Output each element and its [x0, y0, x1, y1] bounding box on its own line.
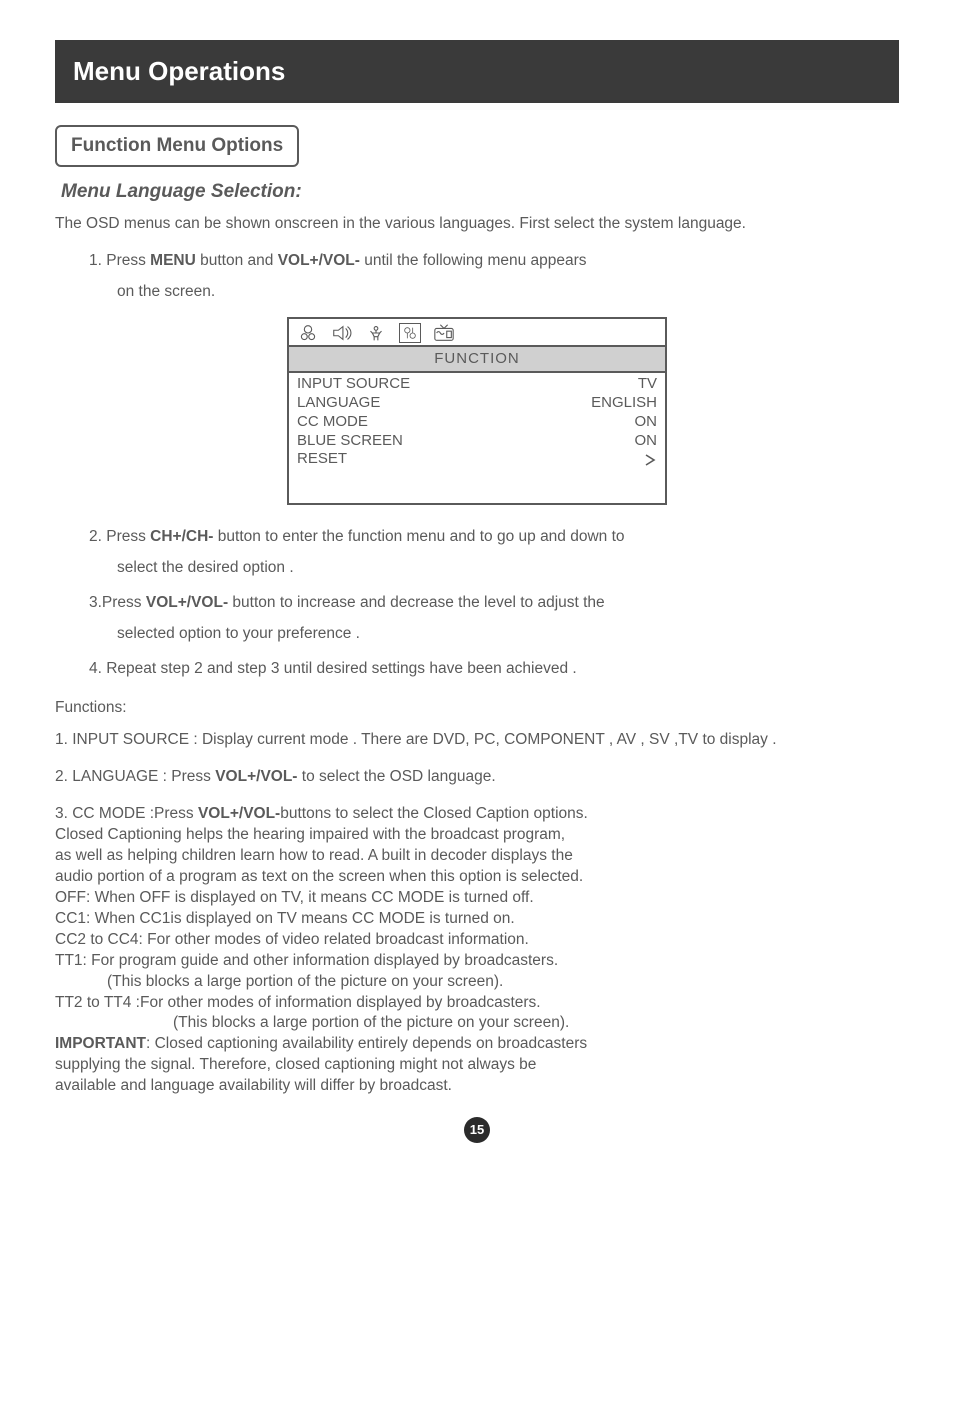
function-1: 1. INPUT SOURCE : Display current mode .… — [55, 730, 899, 751]
f3-line4: audio portion of a program as text on th… — [55, 867, 899, 888]
step3-kw: VOL+/VOL- — [146, 594, 228, 611]
step3-suffix: button to increase and decrease the leve… — [228, 594, 605, 611]
step1-mid: button and — [196, 252, 278, 269]
step1-kw2: VOL+/VOL- — [278, 252, 360, 269]
step-4: 4. Repeat step 2 and step 3 until desire… — [89, 659, 899, 680]
sound-tab-icon — [331, 323, 353, 343]
osd-row: RESET — [297, 450, 657, 473]
f3-line1a: 3. CC MODE :Press — [55, 805, 198, 822]
osd-row: LANGUAGE ENGLISH — [297, 394, 657, 413]
osd-title: FUNCTION — [289, 347, 665, 373]
f3-off: OFF: When OFF is displayed on TV, it mea… — [55, 888, 899, 909]
f3-line3: as well as helping children learn how to… — [55, 846, 899, 867]
reset-arrow-icon — [643, 450, 657, 473]
f3-imp3: available and language availability will… — [55, 1076, 899, 1097]
f3-line2: Closed Captioning helps the hearing impa… — [55, 825, 899, 846]
f3-tt1b: (This blocks a large portion of the pict… — [107, 972, 899, 993]
page-title: Menu Operations — [73, 56, 285, 86]
osd-label: LANGUAGE — [297, 394, 380, 413]
osd-label: INPUT SOURCE — [297, 375, 410, 394]
osd-value: ENGLISH — [591, 394, 657, 413]
osd-row: BLUE SCREEN ON — [297, 432, 657, 451]
f3-line1: 3. CC MODE :Press VOL+/VOL-buttons to se… — [55, 804, 899, 825]
step-1: 1. Press MENU button and VOL+/VOL- until… — [89, 251, 899, 272]
f2-kw: VOL+/VOL- — [215, 768, 297, 785]
osd-row: CC MODE ON — [297, 413, 657, 432]
page-number: 15 — [464, 1117, 490, 1143]
f3-tt2: TT2 to TT4 :For other modes of informati… — [55, 993, 899, 1014]
function-3: 3. CC MODE :Press VOL+/VOL-buttons to se… — [55, 804, 899, 1097]
f3-important: IMPORTANT: Closed captioning availabilit… — [55, 1034, 899, 1055]
f3-imp2: supplying the signal. Therefore, closed … — [55, 1055, 899, 1076]
f3-cc2: CC2 to CC4: For other modes of video rel… — [55, 930, 899, 951]
step2-cont: select the desired option . — [117, 558, 899, 579]
osd-label: BLUE SCREEN — [297, 432, 403, 451]
osd-value: TV — [638, 375, 657, 394]
step2-suffix: button to enter the function menu and to… — [213, 528, 624, 545]
subsection-title: Menu Language Selection: — [61, 179, 899, 205]
function-2: 2. LANGUAGE : Press VOL+/VOL- to select … — [55, 767, 899, 788]
channel-tab-icon — [433, 323, 455, 343]
f3-kw: VOL+/VOL- — [198, 805, 280, 822]
f3-cc1: CC1: When CC1is displayed on TV means CC… — [55, 909, 899, 930]
step1-suffix: until the following menu appears — [360, 252, 587, 269]
osd-row: INPUT SOURCE TV — [297, 375, 657, 394]
osd-menu: FUNCTION INPUT SOURCE TV LANGUAGE ENGLIS… — [287, 317, 667, 505]
f3-line1b: buttons to select the Closed Caption opt… — [280, 805, 588, 822]
step2-kw: CH+/CH- — [150, 528, 213, 545]
f3-tt2b: (This blocks a large portion of the pict… — [173, 1013, 899, 1034]
functions-heading: Functions: — [55, 698, 899, 719]
osd-body: INPUT SOURCE TV LANGUAGE ENGLISH CC MODE… — [289, 373, 665, 503]
f3-tt1: TT1: For program guide and other informa… — [55, 951, 899, 972]
f2-prefix: 2. LANGUAGE : Press — [55, 768, 215, 785]
osd-value: ON — [635, 413, 658, 432]
osd-value: ON — [635, 432, 658, 451]
step1-cont: on the screen. — [117, 282, 899, 303]
step2-prefix: 2. Press — [89, 528, 150, 545]
step3-cont: selected option to your preference . — [117, 624, 899, 645]
step1-kw1: MENU — [150, 252, 196, 269]
step3-prefix: 3.Press — [89, 594, 146, 611]
picture-tab-icon — [297, 323, 319, 343]
osd-tab-row — [289, 319, 665, 347]
section-title: Function Menu Options — [71, 135, 283, 156]
osd-label: CC MODE — [297, 413, 368, 432]
section-title-box: Function Menu Options — [55, 125, 299, 167]
f2-suffix: to select the OSD language. — [297, 768, 495, 785]
f3-imp1: : Closed captioning availability entirel… — [146, 1035, 587, 1052]
intro-text: The OSD menus can be shown onscreen in t… — [55, 214, 899, 235]
osd-label: RESET — [297, 450, 347, 473]
f3-imp-kw: IMPORTANT — [55, 1035, 146, 1052]
page-header: Menu Operations — [55, 40, 899, 103]
function-tab-icon — [399, 323, 421, 343]
timer-tab-icon — [365, 323, 387, 343]
step1-prefix: 1. Press — [89, 252, 150, 269]
step-3: 3.Press VOL+/VOL- button to increase and… — [89, 593, 899, 614]
step-2: 2. Press CH+/CH- button to enter the fun… — [89, 527, 899, 548]
